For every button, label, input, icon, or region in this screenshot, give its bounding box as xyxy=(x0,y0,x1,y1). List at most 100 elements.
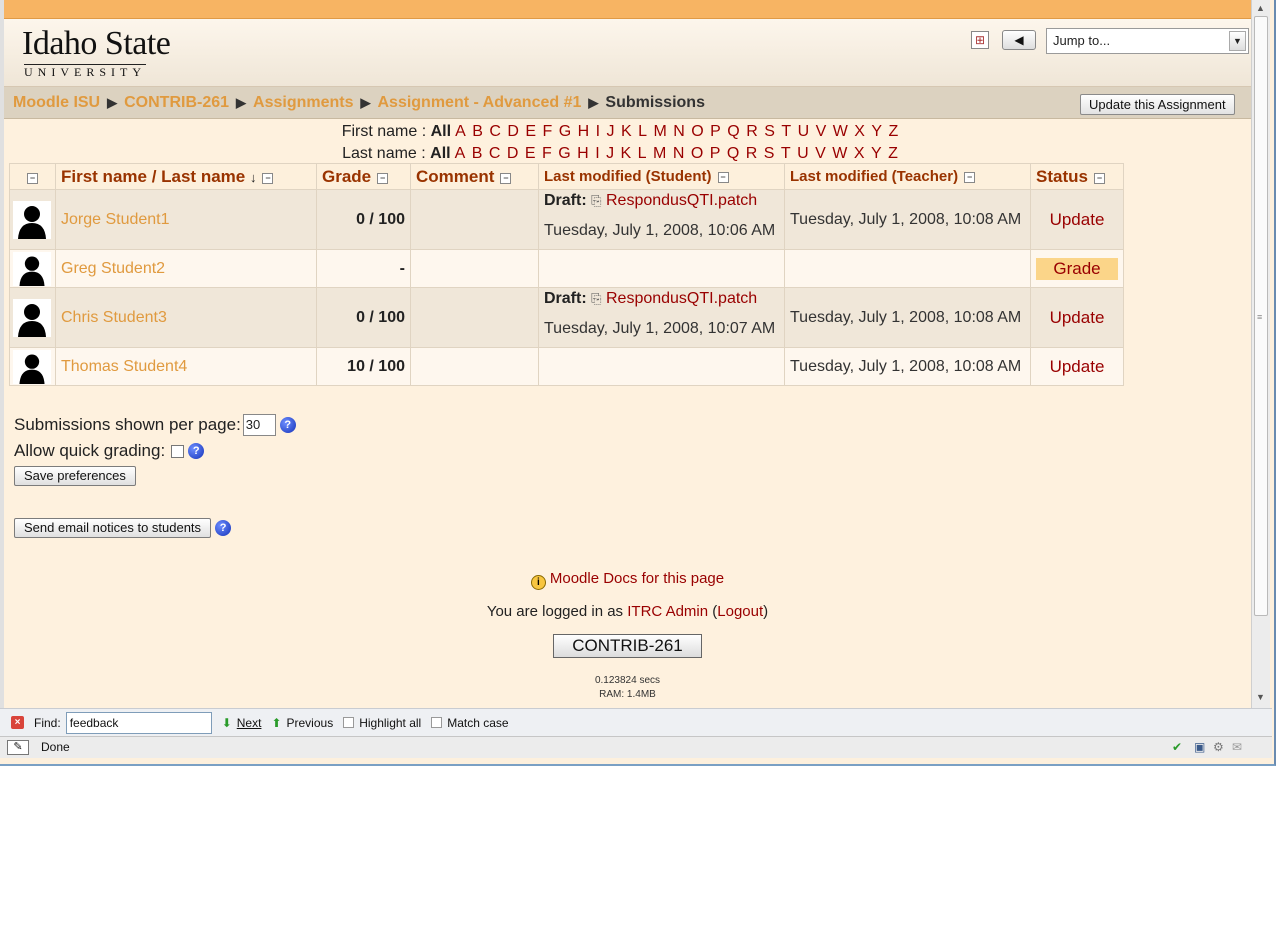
initial-letter-link[interactable]: W xyxy=(832,145,847,162)
last-modified-teacher-header[interactable]: Last modified (Teacher) − xyxy=(784,163,1031,190)
initial-letter-link[interactable]: G xyxy=(559,123,571,140)
breadcrumb-assignments[interactable]: Assignments xyxy=(253,94,353,111)
collapse-icon[interactable]: − xyxy=(1093,172,1105,184)
window-icon[interactable]: ▣ xyxy=(1194,740,1205,754)
jump-to-select[interactable]: Jump to... ▼ xyxy=(1046,28,1249,54)
scroll-up-icon[interactable]: ▲ xyxy=(1256,3,1265,13)
collapse-icon[interactable]: − xyxy=(27,172,38,184)
last-modified-teacher-label[interactable]: Last modified (Teacher) xyxy=(790,168,958,185)
collapse-icon[interactable]: − xyxy=(964,172,976,183)
per-page-input[interactable]: 30 xyxy=(242,414,276,436)
breadcrumb-moodle-isu[interactable]: Moodle ISU xyxy=(13,94,100,111)
initial-letter-link[interactable]: H xyxy=(578,123,590,140)
collapse-icon[interactable]: − xyxy=(500,172,512,184)
initial-letter-link[interactable]: Z xyxy=(888,145,898,162)
initial-letter-link[interactable]: F xyxy=(542,145,552,162)
initial-letter-link[interactable]: C xyxy=(489,123,501,140)
initial-letter-link[interactable]: J xyxy=(606,145,614,162)
update-assignment-button[interactable]: Update this Assignment xyxy=(1080,94,1235,115)
grade-header[interactable]: Grade − xyxy=(316,163,411,190)
moodle-docs-link[interactable]: Moodle Docs for this page xyxy=(550,570,724,587)
status-header-label[interactable]: Status xyxy=(1036,167,1088,186)
vertical-scrollbar[interactable]: ▲ ≡ ▼ xyxy=(1251,0,1270,708)
help-icon[interactable]: ? xyxy=(279,417,296,433)
initial-letter-link[interactable]: T xyxy=(781,145,791,162)
initial-letter-link[interactable]: L xyxy=(638,123,647,140)
student-name-link[interactable]: Jorge Student1 xyxy=(61,211,170,228)
close-icon[interactable]: × xyxy=(11,716,24,729)
initial-letter-link[interactable]: A xyxy=(455,145,466,162)
initial-letter-link[interactable]: V xyxy=(816,123,827,140)
find-next-button[interactable]: ⬇ Next xyxy=(222,716,262,730)
initial-letter-link[interactable]: E xyxy=(525,145,536,162)
initial-letter-link[interactable]: W xyxy=(833,123,848,140)
initial-letter-link[interactable]: S xyxy=(764,145,775,162)
layout-toggle-icon[interactable]: ⊞ xyxy=(971,31,989,49)
help-icon[interactable]: ? xyxy=(188,443,205,459)
initial-letter-link[interactable]: C xyxy=(489,145,501,162)
initial-letter-link[interactable]: I xyxy=(596,123,600,140)
back-button[interactable]: ◀ xyxy=(1002,30,1036,50)
student-name-link[interactable]: Greg Student2 xyxy=(61,260,165,277)
grade-header-label[interactable]: Grade xyxy=(322,167,371,186)
initial-letter-link[interactable]: X xyxy=(854,145,865,162)
collapse-icon[interactable]: − xyxy=(262,172,274,184)
grade-button[interactable]: Grade xyxy=(1036,257,1118,280)
initial-letter-link[interactable]: A xyxy=(455,123,466,140)
quick-grading-checkbox[interactable] xyxy=(171,444,185,458)
initial-letter-link[interactable]: S xyxy=(764,123,775,140)
mail-icon[interactable]: ✉ xyxy=(1232,740,1242,754)
send-email-button[interactable]: Send email notices to students xyxy=(14,518,212,538)
initial-letter-link[interactable]: B xyxy=(472,123,483,140)
update-link[interactable]: Update xyxy=(1050,308,1105,327)
initial-letter-link[interactable]: G xyxy=(558,145,570,162)
initial-letter-link[interactable]: N xyxy=(673,145,685,162)
initial-letter-link[interactable]: V xyxy=(815,145,826,162)
initial-letter-link[interactable]: K xyxy=(621,145,632,162)
match-case-option[interactable]: Match case xyxy=(431,716,509,730)
update-link[interactable]: Update xyxy=(1050,357,1105,376)
find-input[interactable]: feedback xyxy=(65,711,212,734)
highlight-all-button[interactable]: Highlight all xyxy=(343,716,421,730)
initial-letter-link[interactable]: Z xyxy=(889,123,899,140)
initial-letter-link[interactable]: Q xyxy=(727,123,739,140)
settings-icon[interactable]: ⚙ xyxy=(1213,740,1224,754)
initial-letter-link[interactable]: J xyxy=(607,123,615,140)
initial-letter-link[interactable]: O xyxy=(691,123,703,140)
initial-letter-link[interactable]: I xyxy=(595,145,599,162)
find-previous-button[interactable]: ⬆ Previous xyxy=(271,716,333,730)
last-modified-student-label[interactable]: Last modified (Student) xyxy=(544,168,712,185)
name-header-label[interactable]: First name / Last name xyxy=(61,167,245,186)
student-name-link[interactable]: Chris Student3 xyxy=(61,309,167,326)
initial-letter-link[interactable]: F xyxy=(542,123,552,140)
initial-letter-link[interactable]: B xyxy=(472,145,483,162)
initial-letter-link[interactable]: E xyxy=(525,123,536,140)
initial-letter-link[interactable]: U xyxy=(798,123,810,140)
course-home-button[interactable]: CONTRIB-261 xyxy=(553,634,702,658)
logout-link[interactable]: Logout xyxy=(717,603,763,620)
submission-file-link[interactable]: RespondusQTI.patch xyxy=(606,192,757,209)
initial-letter-link[interactable]: M xyxy=(653,145,666,162)
initial-letter-link[interactable]: R xyxy=(746,123,758,140)
initial-letter-link[interactable]: M xyxy=(653,123,666,140)
name-header[interactable]: First name / Last name ↓ − xyxy=(55,163,317,190)
collapse-icon[interactable]: − xyxy=(377,172,389,184)
user-avatar-icon[interactable] xyxy=(13,298,51,337)
initial-letter-link[interactable]: T xyxy=(781,123,791,140)
breadcrumb-assignment[interactable]: Assignment - Advanced #1 xyxy=(377,94,581,111)
initial-letter-link[interactable]: P xyxy=(710,145,721,162)
initial-letter-link[interactable]: N xyxy=(673,123,685,140)
initial-letter-link[interactable]: Y xyxy=(871,145,882,162)
collapse-icon[interactable]: − xyxy=(717,172,729,183)
initial-letter-link[interactable]: U xyxy=(797,145,809,162)
chevron-down-icon[interactable]: ▼ xyxy=(1229,31,1246,51)
initial-letter-link[interactable]: K xyxy=(621,123,632,140)
user-avatar-icon[interactable] xyxy=(13,200,51,239)
status-header[interactable]: Status − xyxy=(1030,163,1124,190)
comment-header[interactable]: Comment − xyxy=(410,163,539,190)
user-avatar-icon[interactable] xyxy=(13,349,51,384)
initial-letter-link[interactable]: L xyxy=(638,145,647,162)
initial-letter-link[interactable]: R xyxy=(746,145,758,162)
scroll-down-icon[interactable]: ▼ xyxy=(1256,692,1265,702)
initial-letter-link[interactable]: P xyxy=(710,123,721,140)
